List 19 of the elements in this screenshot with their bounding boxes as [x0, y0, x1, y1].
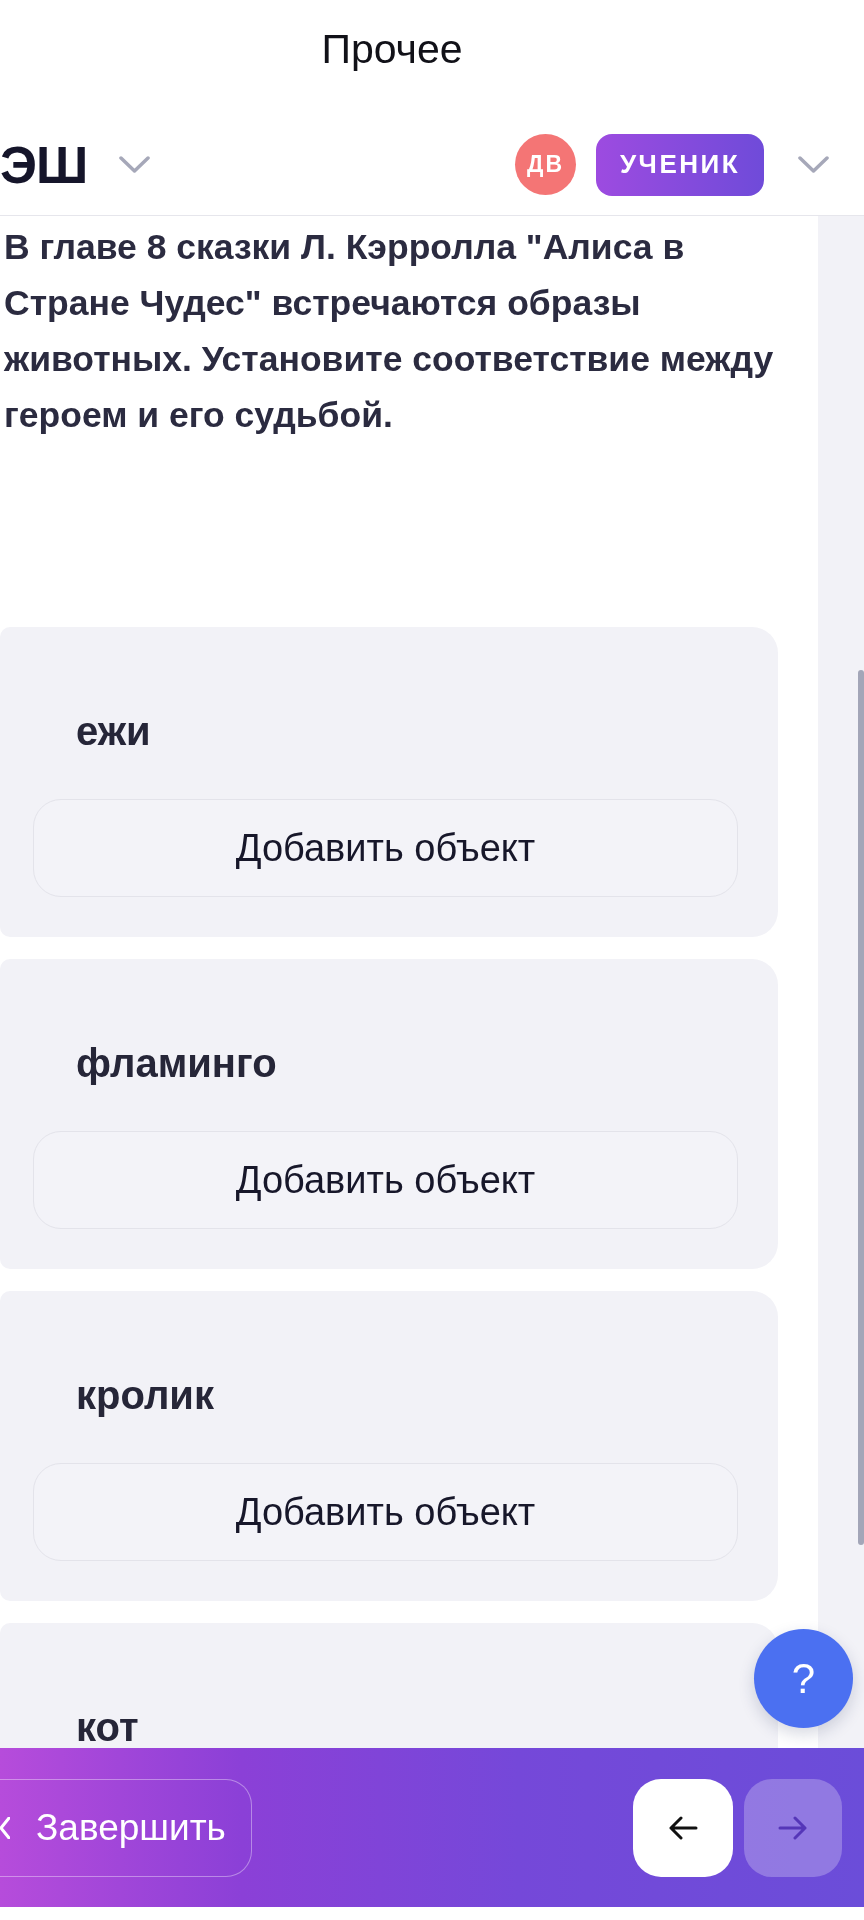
arrow-left-icon: [668, 1815, 698, 1840]
add-object-button[interactable]: Добавить объект: [33, 1131, 738, 1229]
scrollbar-thumb[interactable]: [858, 670, 864, 1545]
chevron-left-icon: [0, 1816, 10, 1839]
chevron-down-icon[interactable]: [798, 156, 829, 173]
arrow-right-icon: [778, 1815, 808, 1840]
add-object-button[interactable]: Добавить объект: [33, 1463, 738, 1561]
chevron-down-icon[interactable]: [119, 156, 151, 173]
page-title: Прочее: [321, 25, 463, 73]
finish-button[interactable]: Завершить: [0, 1778, 252, 1877]
add-object-button[interactable]: Добавить объект: [33, 799, 738, 897]
role-badge: УЧЕНИК: [596, 133, 764, 196]
card-title: кролик: [76, 1375, 214, 1415]
back-arrow-button[interactable]: [633, 1778, 733, 1877]
question-text: В главе 8 сказки Л. Кэрролла "Алиса в Стране Чудес" встречаются образы животных. Установите соответствие между героем и его судьбой.: [4, 226, 775, 437]
card-title: фламинго: [76, 1043, 277, 1083]
card-title: ежи: [76, 711, 151, 751]
logo[interactable]: ЭШ: [0, 134, 88, 195]
card-title: кот: [76, 1707, 139, 1747]
